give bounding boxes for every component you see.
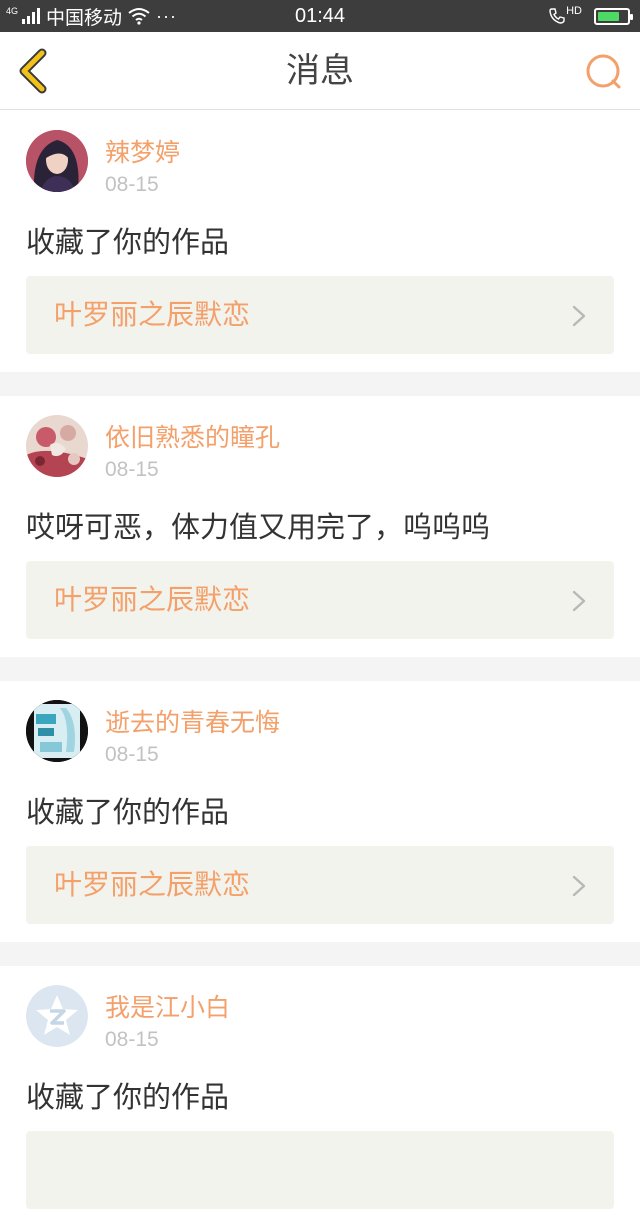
clock: 01:44 <box>294 5 346 27</box>
message-date: 08-15 <box>105 1028 159 1051</box>
status-right: HD <box>548 0 633 32</box>
card-separator <box>0 372 640 396</box>
avatar[interactable] <box>26 415 88 477</box>
message-card: 逝去的青春无悔 08-15 收藏了你的作品 叶罗丽之辰默恋 <box>0 681 640 942</box>
work-title: 叶罗丽之辰默恋 <box>54 298 251 331</box>
avatar[interactable] <box>26 700 88 762</box>
chevron-right-icon <box>572 305 586 327</box>
chevron-right-icon <box>572 590 586 612</box>
search-icon <box>586 54 621 89</box>
message-date: 08-15 <box>105 743 159 766</box>
page-title: 消息 <box>286 51 354 91</box>
work-link[interactable]: 叶罗丽之辰默恋 <box>26 846 614 924</box>
status-bar: 4G 中国移动 ··· 01:44 HD <box>0 0 640 32</box>
username[interactable]: 我是江小白 <box>105 988 230 1024</box>
message-card: 依旧熟悉的瞳孔 08-15 哎呀可恶，体力值又用完了，呜呜呜 叶罗丽之辰默恋 <box>0 396 640 657</box>
back-button[interactable] <box>14 48 54 94</box>
avatar-photo-icon <box>26 700 88 762</box>
work-link[interactable]: 叶罗丽之辰默恋 <box>26 561 614 639</box>
message-card: 我是江小白 08-15 收藏了你的作品 <box>0 966 640 1227</box>
avatar-photo-icon <box>26 130 88 192</box>
username[interactable]: 依旧熟悉的瞳孔 <box>105 418 280 454</box>
message-text: 收藏了你的作品 <box>26 795 230 829</box>
username[interactable]: 辣梦婷 <box>105 133 180 169</box>
message-date: 08-15 <box>105 458 159 481</box>
avatar-photo-icon <box>26 415 88 477</box>
battery-icon <box>594 7 633 25</box>
search-button[interactable] <box>584 52 624 92</box>
message-text: 收藏了你的作品 <box>26 1080 230 1114</box>
nav-bar: 消息 <box>0 32 640 110</box>
message-text: 收藏了你的作品 <box>26 225 230 259</box>
chevron-right-icon <box>572 875 586 897</box>
username[interactable]: 逝去的青春无悔 <box>105 703 280 739</box>
hd-label: HD <box>566 5 582 17</box>
default-avatar-icon <box>26 985 88 1047</box>
message-text: 哎呀可恶，体力值又用完了，呜呜呜 <box>26 510 491 544</box>
work-title: 叶罗丽之辰默恋 <box>54 583 251 616</box>
message-card: 辣梦婷 08-15 收藏了你的作品 叶罗丽之辰默恋 <box>0 111 640 372</box>
work-link[interactable]: 叶罗丽之辰默恋 <box>26 276 614 354</box>
avatar[interactable] <box>26 130 88 192</box>
message-date: 08-15 <box>105 173 159 196</box>
back-arrow-icon <box>19 48 47 94</box>
avatar[interactable] <box>26 985 88 1047</box>
phone-icon <box>549 8 565 24</box>
work-title: 叶罗丽之辰默恋 <box>54 868 251 901</box>
battery-level <box>598 11 619 21</box>
message-list: 辣梦婷 08-15 收藏了你的作品 叶罗丽之辰默恋 依旧熟悉的瞳孔 08-15 … <box>0 111 640 1227</box>
card-separator <box>0 942 640 966</box>
work-link[interactable] <box>26 1131 614 1209</box>
card-separator <box>0 657 640 681</box>
